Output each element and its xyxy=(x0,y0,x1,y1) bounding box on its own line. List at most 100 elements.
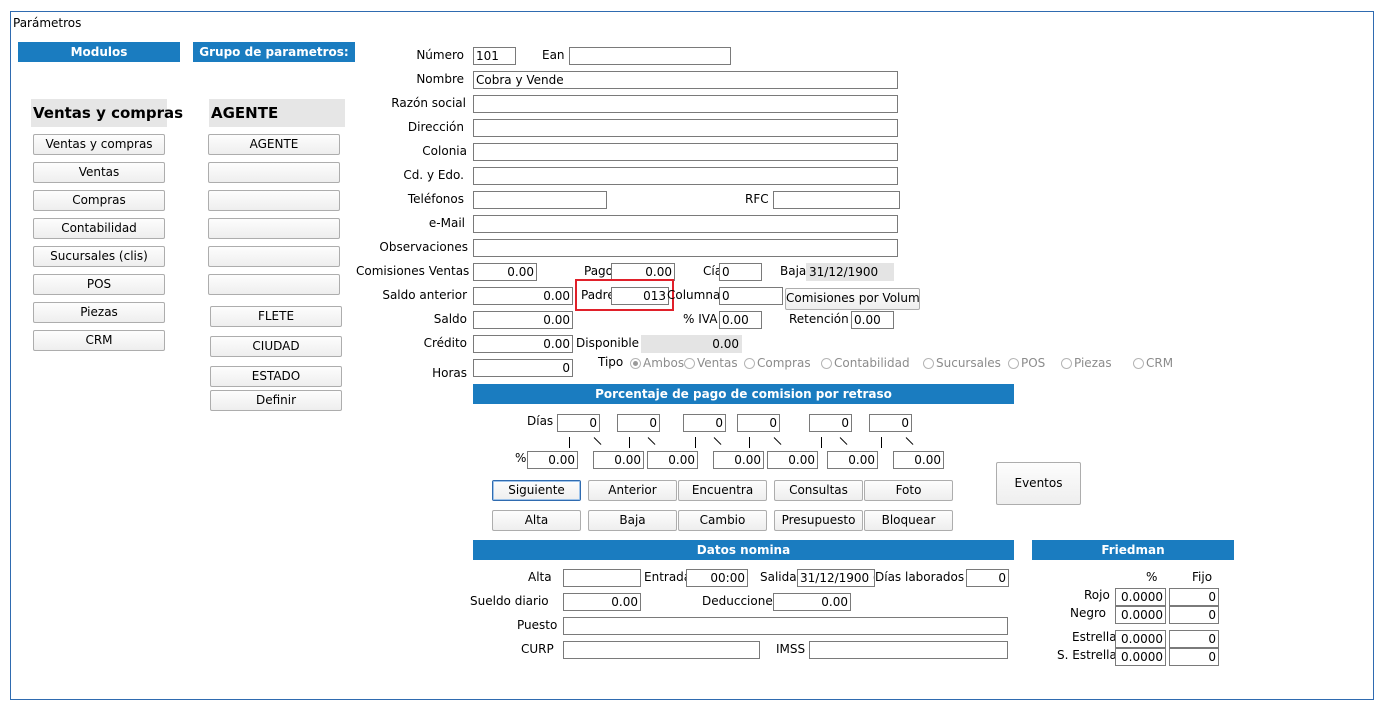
module-button-contabilidad[interactable]: Contabilidad xyxy=(33,218,165,239)
module-button-compras[interactable]: Compras xyxy=(33,190,165,211)
group-button-empty[interactable] xyxy=(208,274,340,295)
colonia-field[interactable] xyxy=(473,143,898,161)
dias-field-1[interactable]: 0 xyxy=(557,414,600,432)
consultas-button[interactable]: Consultas xyxy=(774,480,863,501)
dias-field-4[interactable]: 0 xyxy=(737,414,780,432)
radio-icon xyxy=(821,358,832,369)
anterior-button[interactable]: Anterior xyxy=(588,480,677,501)
group-button-empty[interactable] xyxy=(208,218,340,239)
connector-line xyxy=(569,437,570,448)
friedman-estrella-pct[interactable]: 0.0000 xyxy=(1115,630,1166,648)
tipo-radio-ambos[interactable]: Ambos xyxy=(630,356,684,370)
friedman-s-estrella-fijo[interactable]: 0 xyxy=(1169,648,1219,666)
dias-field-3[interactable]: 0 xyxy=(683,414,726,432)
colonia-label: Colonia xyxy=(422,144,467,158)
nombre-field[interactable]: Cobra y Vende xyxy=(473,71,898,89)
direccion-field[interactable] xyxy=(473,119,898,137)
pct-label: % xyxy=(515,451,527,465)
baja-button[interactable]: Baja xyxy=(588,510,677,531)
module-button-ventas[interactable]: Ventas xyxy=(33,162,165,183)
pct-field-1[interactable]: 0.00 xyxy=(527,451,578,469)
comisiones-por-volumen-button[interactable]: Comisiones por Volumen xyxy=(785,288,920,310)
tipo-radio-ventas[interactable]: Ventas xyxy=(684,356,738,370)
module-button-piezas[interactable]: Piezas xyxy=(33,302,165,323)
entrada-field[interactable]: 00:00 xyxy=(686,569,748,587)
sueldo-diario-field[interactable]: 0.00 xyxy=(563,593,641,611)
dias-field-6[interactable]: 0 xyxy=(869,414,912,432)
dias-laborados-field[interactable]: 0 xyxy=(966,569,1009,587)
email-field[interactable] xyxy=(473,215,898,233)
pct-field-4[interactable]: 0.00 xyxy=(713,451,764,469)
tipo-radio-piezas[interactable]: Piezas xyxy=(1061,356,1112,370)
estado-button[interactable]: ESTADO xyxy=(210,366,342,387)
nomina-alta-field[interactable] xyxy=(563,569,641,587)
iva-field[interactable]: 0.00 xyxy=(719,311,762,329)
rfc-label: RFC xyxy=(745,192,769,206)
saldo-label: Saldo xyxy=(433,312,467,326)
group-button-empty[interactable] xyxy=(208,190,340,211)
radio-icon xyxy=(744,358,755,369)
pct-field-5[interactable]: 0.00 xyxy=(767,451,818,469)
cia-field[interactable]: 0 xyxy=(719,263,762,281)
pct-field-2[interactable]: 0.00 xyxy=(593,451,644,469)
presupuesto-button[interactable]: Presupuesto xyxy=(774,510,863,531)
saldo-anterior-field[interactable]: 0.00 xyxy=(473,287,573,305)
friedman-negro-fijo[interactable]: 0 xyxy=(1169,606,1219,624)
pct-field-6[interactable]: 0.00 xyxy=(827,451,878,469)
tipo-radio-pos[interactable]: POS xyxy=(1008,356,1045,370)
cambio-button[interactable]: Cambio xyxy=(678,510,767,531)
horas-field[interactable]: 0 xyxy=(473,359,573,377)
tipo-radio-contabilidad[interactable]: Contabilidad xyxy=(821,356,910,370)
columna-field[interactable]: 0 xyxy=(719,287,783,305)
retencion-field[interactable]: 0.00 xyxy=(851,311,894,329)
module-button-crm[interactable]: CRM xyxy=(33,330,165,351)
dias-field-5[interactable]: 0 xyxy=(809,414,852,432)
radio-selected-icon xyxy=(630,358,641,369)
numero-field[interactable]: 101 xyxy=(473,47,516,65)
group-button-agente[interactable]: AGENTE xyxy=(208,134,340,155)
alta-button[interactable]: Alta xyxy=(492,510,581,531)
group-button-empty[interactable] xyxy=(208,246,340,267)
friedman-estrella-fijo[interactable]: 0 xyxy=(1169,630,1219,648)
friedman-s-estrella-pct[interactable]: 0.0000 xyxy=(1115,648,1166,666)
tipo-radio-crm[interactable]: CRM xyxy=(1133,356,1173,370)
imss-field[interactable] xyxy=(809,641,1008,659)
module-button-pos[interactable]: POS xyxy=(33,274,165,295)
telefonos-field[interactable] xyxy=(473,191,607,209)
bloquear-button[interactable]: Bloquear xyxy=(864,510,953,531)
tipo-radio-sucursales[interactable]: Sucursales xyxy=(923,356,1001,370)
credito-field[interactable]: 0.00 xyxy=(473,335,573,353)
group-button-empty[interactable] xyxy=(208,162,340,183)
ean-field[interactable] xyxy=(569,47,731,65)
cd-edo-field[interactable] xyxy=(473,167,898,185)
flete-button[interactable]: FLETE xyxy=(210,306,342,327)
dias-field-2[interactable]: 0 xyxy=(617,414,660,432)
comisiones-ventas-field[interactable]: 0.00 xyxy=(473,263,537,281)
module-button-sucursales[interactable]: Sucursales (clis) xyxy=(33,246,165,267)
curp-field[interactable] xyxy=(563,641,760,659)
tipo-radio-compras[interactable]: Compras xyxy=(744,356,811,370)
pct-field-3[interactable]: 0.00 xyxy=(647,451,698,469)
razon-social-field[interactable] xyxy=(473,95,898,113)
encuentra-button[interactable]: Encuentra xyxy=(678,480,767,501)
puesto-field[interactable] xyxy=(563,617,1008,635)
definir-button[interactable]: Definir xyxy=(210,390,342,411)
observaciones-field[interactable] xyxy=(473,239,898,257)
radio-icon xyxy=(684,358,695,369)
pct-field-7[interactable]: 0.00 xyxy=(893,451,944,469)
ciudad-button[interactable]: CIUDAD xyxy=(210,336,342,357)
connector-line xyxy=(695,437,696,448)
rfc-field[interactable] xyxy=(773,191,900,209)
salida-field[interactable]: 31/12/1900 00 xyxy=(797,569,875,587)
comisiones-ventas-label: Comisiones Ventas xyxy=(356,264,470,278)
saldo-field[interactable]: 0.00 xyxy=(473,311,573,329)
foto-button[interactable]: Foto xyxy=(864,480,953,501)
module-button-ventas-y-compras[interactable]: Ventas y compras xyxy=(33,134,165,155)
friedman-rojo-fijo[interactable]: 0 xyxy=(1169,588,1219,606)
eventos-button[interactable]: Eventos xyxy=(996,462,1081,505)
friedman-negro-pct[interactable]: 0.0000 xyxy=(1115,606,1166,624)
friedman-rojo-pct[interactable]: 0.0000 xyxy=(1115,588,1166,606)
siguiente-button[interactable]: Siguiente xyxy=(492,480,581,501)
sueldo-diario-label: Sueldo diario xyxy=(470,594,549,608)
deducciones-field[interactable]: 0.00 xyxy=(773,593,851,611)
